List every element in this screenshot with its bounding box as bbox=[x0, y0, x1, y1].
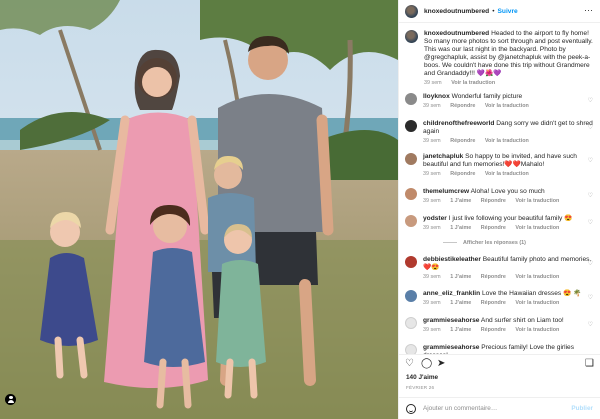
see-translation-link[interactable]: Voir la traduction bbox=[515, 225, 559, 231]
view-replies-button[interactable]: Afficher les réponses (1) bbox=[443, 240, 526, 246]
see-translation-link[interactable]: Voir la traduction bbox=[485, 171, 529, 177]
post-actions-bar: ♡ ◯ ➤ ❑ bbox=[399, 354, 600, 371]
comment-time[interactable]: 39 sem bbox=[423, 103, 441, 109]
comment-like-count[interactable]: 1 J'aime bbox=[450, 327, 471, 333]
add-comment-bar: Ajouter un commentaire… Publier bbox=[399, 397, 600, 419]
see-translation-link[interactable]: Voir la traduction bbox=[485, 103, 529, 109]
comment-username[interactable]: janetchapluk bbox=[423, 153, 463, 160]
publish-button[interactable]: Publier bbox=[571, 405, 593, 412]
comment-username[interactable]: childrenofthefreeworld bbox=[423, 120, 494, 127]
bookmark-icon[interactable]: ❑ bbox=[585, 359, 594, 369]
add-comment-input[interactable]: Ajouter un commentaire… bbox=[423, 405, 497, 412]
comment-item: grammieseahorse And surfer shirt on Liam… bbox=[405, 317, 595, 334]
post-details-panel: knoxedoutnumbered • Suivre ··· knoxedout… bbox=[398, 0, 600, 419]
comment-like-count[interactable]: 1 J'aime bbox=[450, 198, 471, 204]
comment-username[interactable]: anne_eliz_franklin bbox=[423, 290, 480, 297]
comment-item: themelumcrew Aloha! Love you so much 39 … bbox=[405, 188, 595, 205]
comment-time[interactable]: 39 sem bbox=[423, 274, 441, 280]
family-photo bbox=[0, 0, 398, 419]
comment-time[interactable]: 39 sem bbox=[423, 327, 441, 333]
comment-text: Aloha! Love you so much bbox=[470, 188, 545, 195]
follow-button[interactable]: Suivre bbox=[498, 8, 518, 15]
reply-button[interactable]: Répondre bbox=[481, 274, 506, 280]
comment-time[interactable]: 39 sem bbox=[423, 138, 441, 144]
comment-username[interactable]: debbiestikeleather bbox=[423, 256, 481, 263]
see-translation-link[interactable]: Voir la traduction bbox=[451, 80, 495, 86]
heart-icon[interactable]: ♡ bbox=[405, 359, 414, 369]
user-tag-icon[interactable] bbox=[5, 394, 16, 405]
separator-dot: • bbox=[492, 7, 495, 15]
comment-item: grammieseahorse Precious family! Love th… bbox=[405, 344, 595, 354]
emoji-icon[interactable] bbox=[406, 403, 416, 414]
avatar[interactable] bbox=[405, 30, 418, 43]
comment-like-heart-icon[interactable]: ♡ bbox=[588, 97, 593, 104]
avatar[interactable] bbox=[405, 290, 417, 302]
comment-like-count[interactable]: 1 J'aime bbox=[450, 274, 471, 280]
post-author-username[interactable]: knoxedoutnumbered bbox=[424, 8, 489, 15]
comment-username[interactable]: grammieseahorse bbox=[423, 344, 479, 351]
comment-item: childrenofthefreeworld Dang sorry we did… bbox=[405, 120, 595, 145]
comment-time[interactable]: 39 sem bbox=[423, 171, 441, 177]
comment-like-heart-icon[interactable]: ♡ bbox=[588, 157, 593, 164]
comment-item: lloyknox Wonderful family picture 39 sem… bbox=[405, 93, 595, 110]
comment-time[interactable]: 39 sem bbox=[423, 225, 441, 231]
avatar[interactable] bbox=[405, 153, 417, 165]
comment-item: debbiestikeleather Beautiful family phot… bbox=[405, 256, 595, 281]
reply-button[interactable]: Répondre bbox=[481, 198, 506, 204]
comments-list[interactable]: knoxedoutnumbered Headed to the airport … bbox=[399, 24, 600, 354]
avatar[interactable] bbox=[405, 215, 417, 227]
see-translation-link[interactable]: Voir la traduction bbox=[515, 198, 559, 204]
avatar[interactable] bbox=[405, 256, 417, 268]
avatar[interactable] bbox=[405, 344, 417, 354]
comment-text: I just live following your beautiful fam… bbox=[448, 215, 573, 222]
comment-username[interactable]: themelumcrew bbox=[423, 188, 469, 195]
comment-like-heart-icon[interactable]: ♡ bbox=[588, 219, 593, 226]
comment-like-heart-icon[interactable]: ♡ bbox=[588, 321, 593, 328]
reply-button[interactable]: Répondre bbox=[450, 171, 475, 177]
comment-username[interactable]: knoxedoutnumbered bbox=[424, 30, 489, 37]
post-date[interactable]: FÉVRIER 26 bbox=[406, 385, 434, 390]
comment-item: anne_eliz_franklin Love the Hawaiian dre… bbox=[405, 290, 595, 307]
see-translation-link[interactable]: Voir la traduction bbox=[515, 300, 559, 306]
avatar[interactable] bbox=[405, 93, 417, 105]
comment-like-heart-icon[interactable]: ♡ bbox=[588, 124, 593, 131]
likes-count[interactable]: 140 J'aime bbox=[406, 374, 438, 381]
comment-icon[interactable]: ◯ bbox=[421, 359, 432, 369]
avatar[interactable] bbox=[405, 120, 417, 132]
comment-item: yodster I just live following your beaut… bbox=[405, 215, 595, 232]
see-translation-link[interactable]: Voir la traduction bbox=[515, 274, 559, 280]
comment-like-count[interactable]: 1 J'aime bbox=[450, 225, 471, 231]
post-header: knoxedoutnumbered • Suivre ··· bbox=[399, 0, 600, 23]
comment-item: janetchapluk So happy to be invited, and… bbox=[405, 153, 595, 178]
comment-text: And surfer shirt on Liam too! bbox=[480, 317, 564, 324]
share-icon[interactable]: ➤ bbox=[437, 359, 445, 369]
comment-like-count[interactable]: 1 J'aime bbox=[450, 300, 471, 306]
reply-button[interactable]: Répondre bbox=[450, 138, 475, 144]
comment-username[interactable]: lloyknox bbox=[423, 93, 450, 100]
comment-time[interactable]: 39 sem bbox=[423, 300, 441, 306]
comment-time[interactable]: 39 sem bbox=[423, 198, 441, 204]
comment-like-heart-icon[interactable]: ♡ bbox=[588, 260, 593, 267]
caption-text: Headed to the airport to fly home! So ma… bbox=[424, 30, 593, 77]
comment-like-heart-icon[interactable]: ♡ bbox=[588, 294, 593, 301]
comment-text: Love the Hawaiian dresses 😍 🌴 bbox=[482, 290, 582, 297]
comment-like-heart-icon[interactable]: ♡ bbox=[588, 192, 593, 199]
avatar[interactable] bbox=[405, 4, 418, 18]
avatar[interactable] bbox=[405, 188, 417, 200]
reply-button[interactable]: Répondre bbox=[450, 103, 475, 109]
comment-time[interactable]: 39 sem bbox=[424, 80, 442, 86]
reply-button[interactable]: Répondre bbox=[481, 327, 506, 333]
post-photo[interactable] bbox=[0, 0, 398, 419]
comment-username[interactable]: grammieseahorse bbox=[423, 317, 479, 324]
comment-username[interactable]: yodster bbox=[423, 215, 447, 222]
avatar[interactable] bbox=[405, 317, 417, 329]
reply-button[interactable]: Répondre bbox=[481, 300, 506, 306]
more-options-icon[interactable]: ··· bbox=[584, 6, 593, 15]
post-caption: knoxedoutnumbered Headed to the airport … bbox=[405, 30, 595, 87]
see-translation-link[interactable]: Voir la traduction bbox=[515, 327, 559, 333]
see-translation-link[interactable]: Voir la traduction bbox=[485, 138, 529, 144]
reply-button[interactable]: Répondre bbox=[481, 225, 506, 231]
comment-text: Wonderful family picture bbox=[451, 93, 523, 100]
